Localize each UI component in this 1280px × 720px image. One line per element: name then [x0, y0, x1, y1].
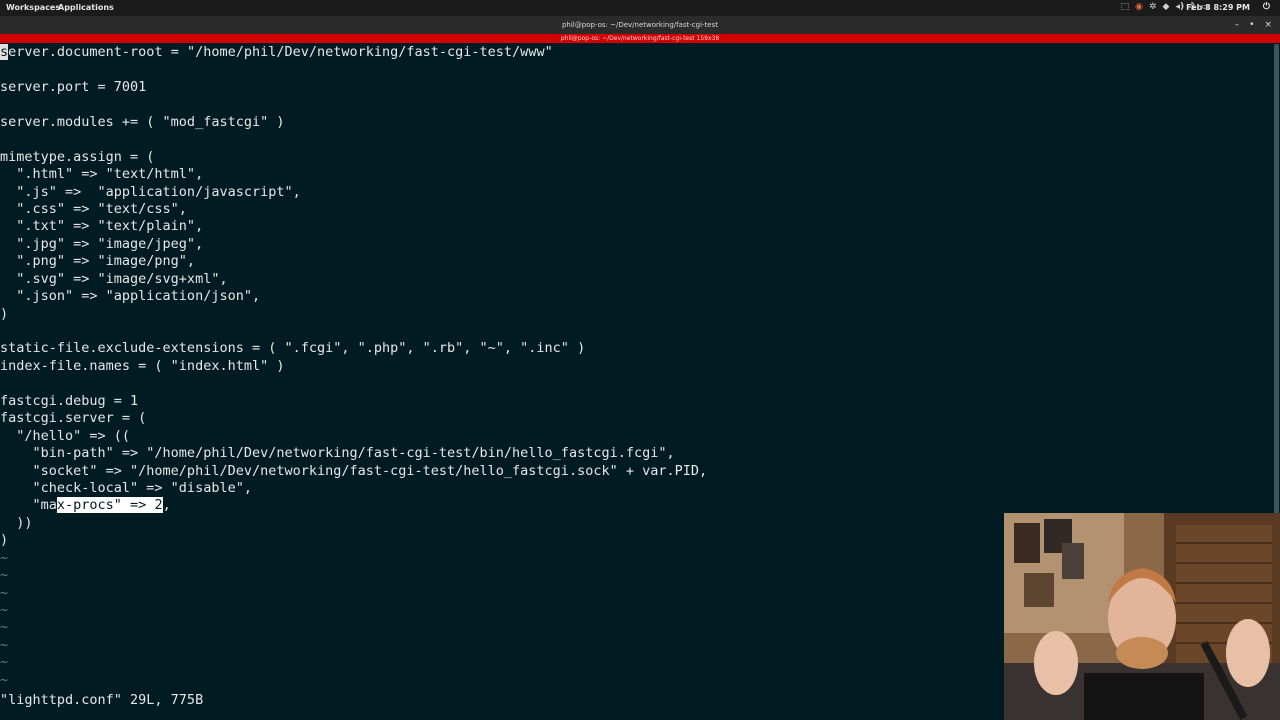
webcam-image	[1004, 513, 1280, 720]
applications-menu[interactable]: Applications	[58, 3, 114, 12]
minimize-icon[interactable]: –	[1235, 16, 1240, 34]
window-title: phil@pop-os: ~/Dev/networking/fast-cgi-t…	[561, 21, 719, 29]
dropbox-icon[interactable]: ⬚	[1121, 2, 1130, 12]
clock[interactable]: Feb 8 8:29 PM	[1186, 3, 1250, 12]
code-line: "bin-path" => "/home/phil/Dev/networking…	[0, 445, 675, 462]
code-line: server.port = 7001	[0, 78, 147, 95]
record-icon[interactable]: ◉	[1135, 2, 1143, 12]
code-line: fastcgi.debug = 1	[0, 392, 139, 409]
code-line: ".html" => "text/html",	[0, 166, 204, 183]
window-titlebar[interactable]: phil@pop-os: ~/Dev/networking/fast-cgi-t…	[0, 16, 1280, 34]
workspaces-menu[interactable]: Workspaces	[6, 3, 60, 12]
code-line: "check-local" => "disable",	[0, 479, 252, 496]
code-line: mimetype.assign = (	[0, 148, 155, 165]
close-icon[interactable]: ×	[1264, 16, 1272, 34]
code-line: ".svg" => "image/svg+xml",	[0, 270, 228, 287]
system-top-bar: Workspaces Applications ⬚ ◉ ✲ ◆ ◂) ᛒ ▭ F…	[0, 0, 1280, 16]
volume-icon[interactable]: ◂)	[1175, 2, 1184, 12]
code-line: "socket" => "/home/phil/Dev/networking/f…	[0, 462, 708, 479]
code-line: ".js" => "application/javascript",	[0, 183, 301, 200]
code-line: server.modules += ( "mod_fastcgi" )	[0, 113, 285, 130]
vim-status-line: "lighttpd.conf" 29L, 775B	[0, 692, 204, 708]
code-line: fastcgi.server = (	[0, 410, 147, 427]
webcam-overlay	[1004, 513, 1280, 720]
code-line: ".jpg" => "image/jpeg",	[0, 235, 204, 252]
tab-title: phil@pop-os: ~/Dev/networking/fast-cgi-t…	[560, 35, 720, 42]
network-icon[interactable]: ◆	[1163, 2, 1170, 12]
code-line: ".json" => "application/json",	[0, 288, 261, 305]
code-line: "/hello" => ((	[0, 427, 131, 444]
terminal-tab[interactable]: phil@pop-os: ~/Dev/networking/fast-cgi-t…	[0, 34, 1280, 43]
code-line: ".txt" => "text/plain",	[0, 218, 204, 235]
code-line: ".css" => "text/css",	[0, 200, 187, 217]
settings-icon[interactable]: ✲	[1149, 2, 1157, 12]
maximize-icon[interactable]: •	[1249, 16, 1254, 34]
code-line: static-file.exclude-extensions = ( ".fcg…	[0, 340, 586, 357]
power-icon[interactable]: ⏻	[1263, 2, 1270, 12]
text-cursor: s	[0, 44, 9, 60]
code-line: index-file.names = ( "index.html" )	[0, 357, 285, 374]
code-line: )	[0, 305, 9, 322]
visual-selection: x-procs" => 2	[56, 497, 163, 514]
code-line: ".png" => "image/png",	[0, 253, 196, 270]
code-line: server.document-root = "/home/phil/Dev/n…	[0, 44, 553, 60]
